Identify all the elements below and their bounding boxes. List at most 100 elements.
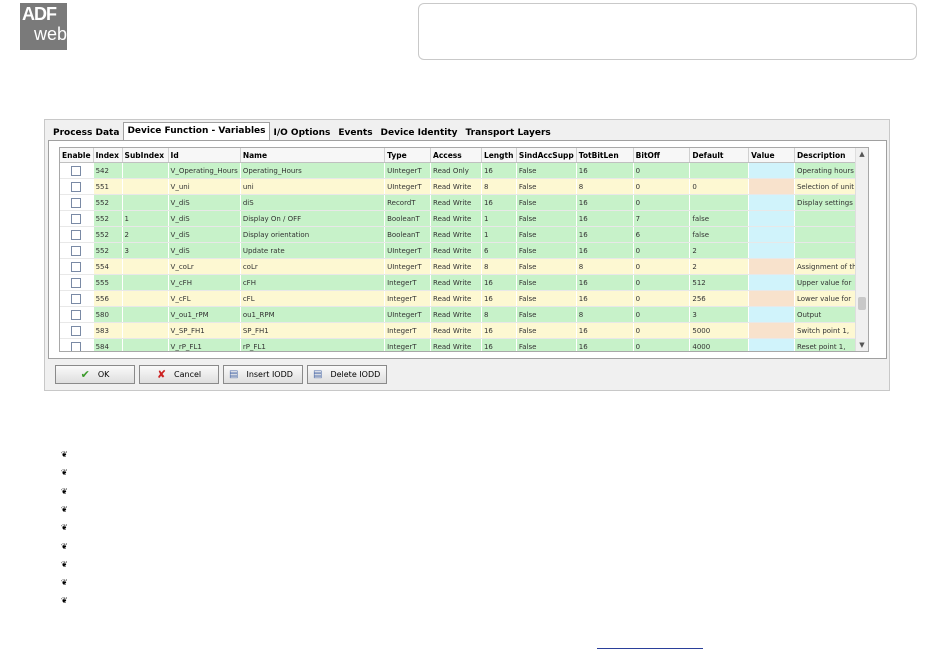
value-cell[interactable] <box>748 226 795 243</box>
table-cell: 556 <box>93 290 123 307</box>
tab-device-function-variables[interactable]: Device Function - Variables <box>123 122 270 140</box>
table-cell: False <box>516 258 577 275</box>
vertical-scrollbar[interactable]: ▲ ▼ <box>855 148 868 351</box>
bullet-icon: ❦ <box>61 468 68 478</box>
tab-device-identity[interactable]: Device Identity <box>377 124 462 141</box>
column-header[interactable]: BitOff <box>633 148 691 163</box>
table-cell: V_cFH <box>168 274 241 291</box>
enable-cell <box>60 226 94 243</box>
enable-checkbox[interactable] <box>71 165 82 176</box>
delete-iodd-label: Delete IODD <box>330 370 381 379</box>
column-header[interactable]: Index <box>93 148 123 163</box>
table-cell: 6 <box>633 226 691 243</box>
table-cell: 3 <box>122 242 169 259</box>
column-header[interactable]: SubIndex <box>122 148 169 163</box>
scroll-up-icon[interactable]: ▲ <box>856 148 868 160</box>
insert-iodd-button[interactable]: ▤ Insert IODD <box>223 365 303 384</box>
table-row[interactable]: 554 V_coLr coLr UIntegerT Read Write 8 False 8 0… <box>60 258 868 275</box>
tab-io-options[interactable]: I/O Options <box>270 124 335 141</box>
enable-checkbox[interactable] <box>71 229 82 240</box>
column-header[interactable]: Id <box>168 148 241 163</box>
table-row[interactable]: 542 V_Operating_Hours Operating_Hours UInte… <box>60 162 868 179</box>
enable-checkbox[interactable] <box>71 277 82 288</box>
table-row[interactable]: 555 V_cFH cFH IntegerT Read Write 16 False 16 0 5… <box>60 274 868 291</box>
table-cell <box>122 258 169 275</box>
tab-process-data[interactable]: Process Data <box>49 124 123 141</box>
scroll-thumb[interactable] <box>858 297 866 310</box>
value-cell[interactable] <box>748 210 795 227</box>
column-header[interactable]: Value <box>748 148 795 163</box>
table-cell: 16 <box>576 210 634 227</box>
enable-cell <box>60 338 94 351</box>
bullet-icon: ❦ <box>61 559 68 569</box>
value-cell[interactable] <box>748 178 795 195</box>
enable-checkbox[interactable] <box>71 261 82 272</box>
table-cell: V_coLr <box>168 258 241 275</box>
value-cell[interactable] <box>748 290 795 307</box>
cancel-button[interactable]: ✘ Cancel <box>139 365 219 384</box>
value-cell[interactable] <box>748 274 795 291</box>
value-cell[interactable] <box>748 258 795 275</box>
table-cell: False <box>516 162 577 179</box>
value-cell[interactable] <box>748 162 795 179</box>
scroll-down-icon[interactable]: ▼ <box>856 339 868 351</box>
table-row[interactable]: 556 V_cFL cFL IntegerT Read Write 16 False 16 0 2… <box>60 290 868 307</box>
table-cell: rP_FL1 <box>240 338 386 351</box>
enable-checkbox[interactable] <box>71 341 82 351</box>
table-cell: UIntegerT <box>384 162 432 179</box>
enable-checkbox[interactable] <box>71 245 82 256</box>
value-cell[interactable] <box>748 194 795 211</box>
table-cell: 16 <box>576 322 634 339</box>
column-header[interactable]: Name <box>240 148 386 163</box>
tab-strip: Process Data Device Function - Variables… <box>49 122 555 141</box>
enable-checkbox[interactable] <box>71 309 82 320</box>
table-row[interactable]: 552 1 V_diS Display On / OFF BooleanT Read Wr… <box>60 210 868 227</box>
enable-checkbox[interactable] <box>71 213 82 224</box>
table-cell: 16 <box>576 274 634 291</box>
column-header[interactable]: Default <box>689 148 750 163</box>
column-header[interactable]: SindAccSupp <box>516 148 577 163</box>
table-cell: IntegerT <box>384 322 432 339</box>
table-row[interactable]: 551 V_uni uni UIntegerT Read Write 8 False 8 0 0 S… <box>60 178 868 195</box>
enable-checkbox[interactable] <box>71 181 82 192</box>
table-row[interactable]: 552 2 V_diS Display orientation BooleanT Read… <box>60 226 868 243</box>
table-cell: False <box>516 194 577 211</box>
column-header[interactable]: Type <box>384 148 432 163</box>
table-row[interactable]: 552 V_diS diS RecordT Read Write 16 False 16 0 Di… <box>60 194 868 211</box>
tab-events[interactable]: Events <box>334 124 376 141</box>
table-cell: Read Write <box>430 290 482 307</box>
column-header[interactable]: TotBitLen <box>576 148 634 163</box>
table-cell: Read Write <box>430 242 482 259</box>
value-cell[interactable] <box>748 338 795 351</box>
column-header[interactable]: Access <box>430 148 482 163</box>
column-header[interactable]: Enable <box>60 148 94 163</box>
table-cell: V_diS <box>168 210 241 227</box>
table-cell: V_diS <box>168 242 241 259</box>
table-cell: 16 <box>576 194 634 211</box>
value-cell[interactable] <box>748 322 795 339</box>
table-cell: 551 <box>93 178 123 195</box>
table-cell: false <box>689 226 750 243</box>
table-row[interactable]: 583 V_SP_FH1 SP_FH1 IntegerT Read Write 16 Fal… <box>60 322 868 339</box>
value-cell[interactable] <box>748 306 795 323</box>
table-cell: 16 <box>481 290 517 307</box>
table-cell <box>122 194 169 211</box>
enable-checkbox[interactable] <box>71 197 82 208</box>
value-cell[interactable] <box>748 242 795 259</box>
bullet-icon: ❦ <box>61 486 68 496</box>
tab-transport-layers[interactable]: Transport Layers <box>462 124 555 141</box>
ok-button[interactable]: ✔ OK <box>55 365 135 384</box>
column-header[interactable]: Length <box>481 148 517 163</box>
enable-checkbox[interactable] <box>71 293 82 304</box>
table-cell: Operating_Hours <box>240 162 386 179</box>
table-cell: 8 <box>481 306 517 323</box>
table-cell: 16 <box>576 338 634 351</box>
table-row[interactable]: 580 V_ou1_rPM ou1_RPM UIntegerT Read Write 8 F… <box>60 306 868 323</box>
table-row[interactable]: 584 V_rP_FL1 rP_FL1 IntegerT Read Write 16 Fal… <box>60 338 868 351</box>
table-cell: 4000 <box>689 338 750 351</box>
enable-checkbox[interactable] <box>71 325 82 336</box>
header-frame <box>418 3 917 60</box>
delete-iodd-button[interactable]: ▤ Delete IODD <box>307 365 387 384</box>
table-row[interactable]: 552 3 V_diS Update rate UIntegerT Read Write 6… <box>60 242 868 259</box>
table-cell: False <box>516 242 577 259</box>
